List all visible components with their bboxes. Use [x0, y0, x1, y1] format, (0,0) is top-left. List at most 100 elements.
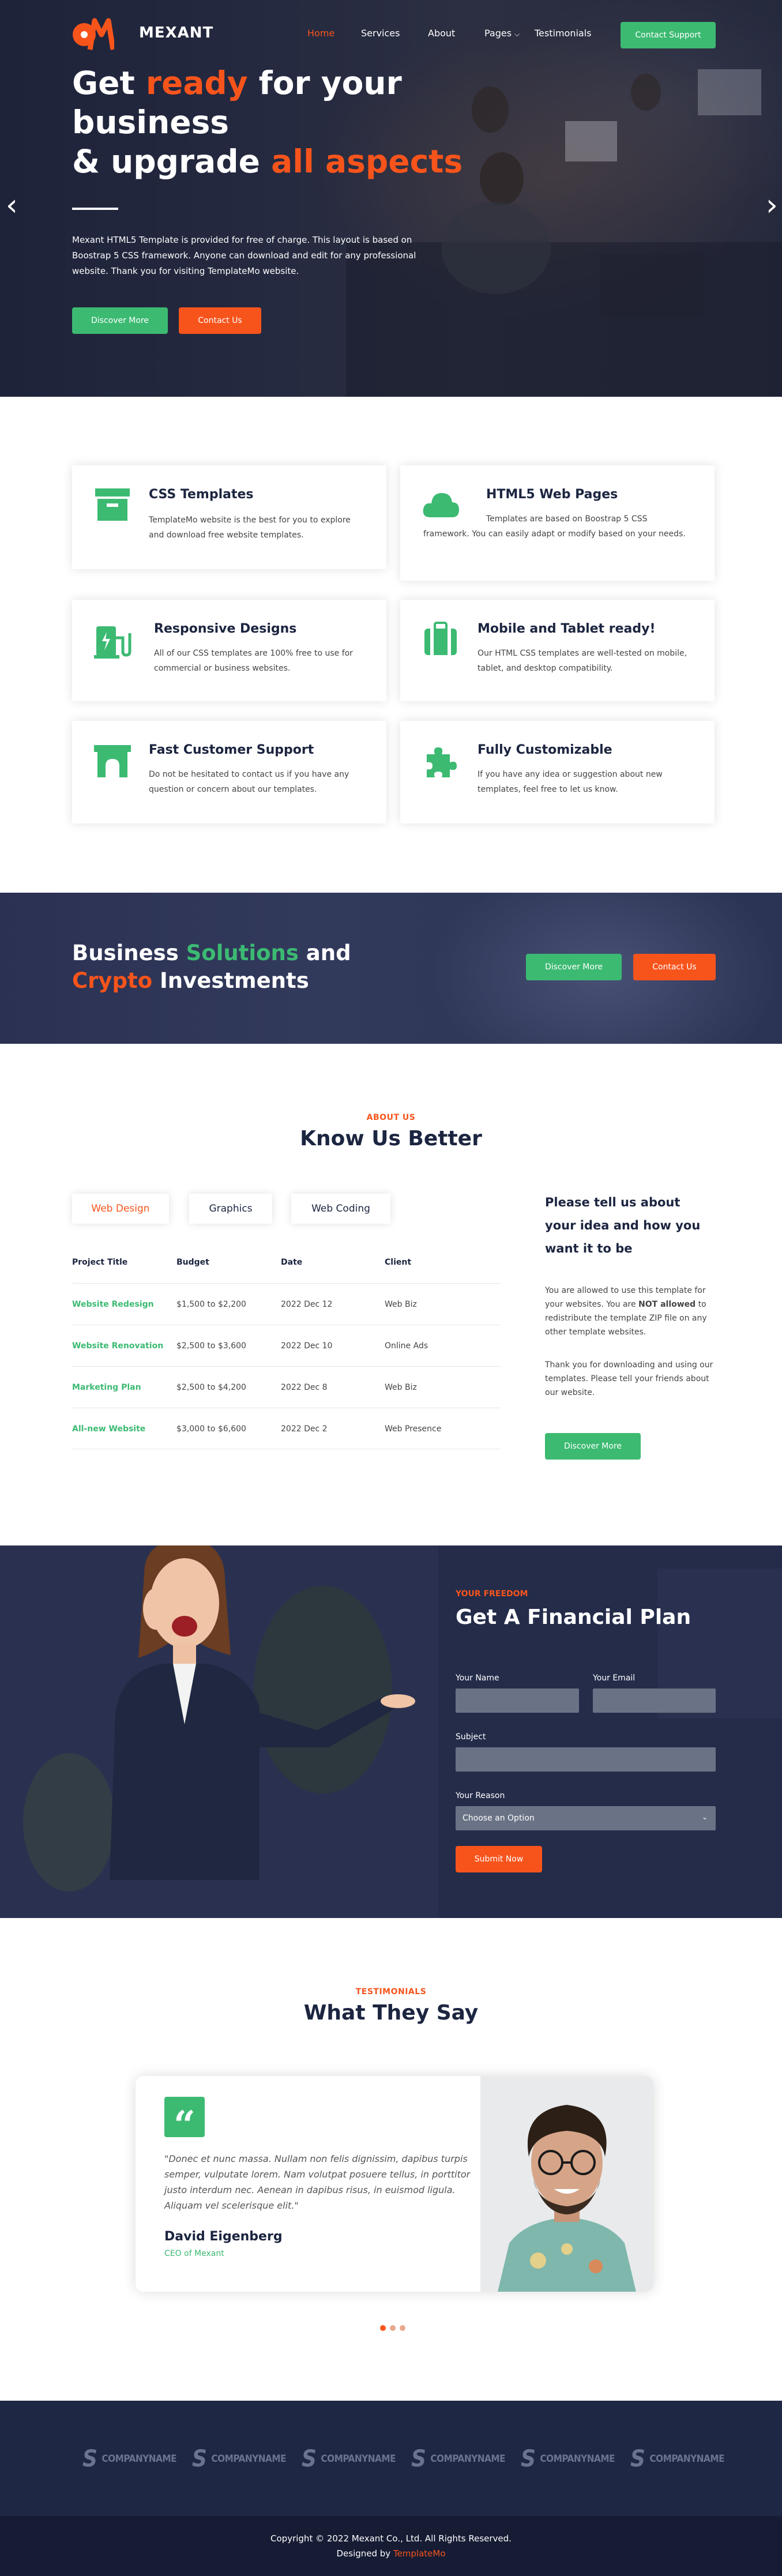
hero-line3-highlight: all aspects: [271, 143, 463, 180]
budget-cell: $2,500 to $4,200: [176, 1383, 246, 1392]
testimonials-heading: What They Say: [303, 2001, 479, 2025]
nav-home[interactable]: Home: [307, 28, 334, 39]
tab-web-coding[interactable]: Web Coding: [291, 1194, 390, 1224]
email-input[interactable]: [593, 1688, 716, 1713]
nav-pages[interactable]: Pages ⌵: [484, 28, 520, 39]
client-logo[interactable]: S COMPANYNAME: [630, 2446, 725, 2472]
chevron-down-icon: ⌄: [701, 1813, 708, 1821]
nav-services[interactable]: Services: [361, 28, 400, 39]
about-discover-button[interactable]: Discover More: [545, 1433, 641, 1460]
brand-logo[interactable]: [73, 14, 114, 55]
client-cell: Web Presence: [385, 1424, 442, 1434]
name-input[interactable]: [456, 1688, 579, 1713]
hero-heading-line3: & upgrade all aspects: [72, 142, 463, 181]
column-header: Budget: [176, 1258, 209, 1267]
client-name: COMPANYNAME: [540, 2453, 615, 2465]
hero-discover-button[interactable]: Discover More: [72, 307, 168, 334]
service-card[interactable]: Responsive Designs All of our CSS templa…: [72, 600, 386, 701]
service-description: TemplateMo website is the best for you t…: [149, 516, 351, 540]
about-heading: Know Us Better: [300, 1127, 482, 1150]
nav-pages-label: Pages: [484, 28, 512, 39]
testimonial-author: David Eigenberg: [164, 2229, 283, 2244]
hero-description: Mexant HTML5 Template is provided for fr…: [72, 235, 416, 276]
client-logo[interactable]: S COMPANYNAME: [82, 2446, 177, 2472]
hero-section: MEXANT Home Services About Pages ⌵ Testi…: [0, 0, 782, 397]
hero-contact-button[interactable]: Contact Us: [179, 307, 261, 334]
about-side-paragraph: You are allowed to use this template for…: [545, 1284, 718, 1339]
budget-cell: $3,000 to $6,600: [176, 1424, 246, 1434]
banner-heading-line2: Crypto Investments: [72, 967, 309, 995]
service-description: Do not be hesitated to contact us if you…: [149, 770, 349, 794]
service-card[interactable]: Mobile and Tablet ready! Our HTML CSS te…: [400, 600, 715, 701]
hero-line1-text: Get: [72, 65, 146, 101]
tab-web-design[interactable]: Web Design: [72, 1194, 169, 1224]
client-logo[interactable]: S COMPANYNAME: [521, 2446, 615, 2472]
hero-line1-rest: for your: [247, 65, 402, 101]
designer-link[interactable]: TemplateMo: [393, 2548, 446, 2559]
service-card[interactable]: HTML5 Web Pages Templates are based on B…: [400, 465, 715, 581]
submit-button[interactable]: Submit Now: [456, 1846, 542, 1872]
hero-heading-line1: Get ready for your: [72, 63, 402, 103]
about-side-paragraph-2: Thank you for downloading and using our …: [545, 1360, 713, 1397]
subject-input[interactable]: [456, 1747, 716, 1772]
hero-background-image: [346, 69, 782, 397]
tab-graphics[interactable]: Graphics: [189, 1194, 272, 1224]
reason-selected-value: Choose an Option: [463, 1814, 535, 1823]
client-name: COMPANYNAME: [101, 2453, 177, 2465]
date-cell: 2022 Dec 12: [281, 1300, 333, 1309]
banner-text: Business: [72, 941, 186, 965]
project-title[interactable]: Website Redesign: [72, 1300, 154, 1309]
hero-line1-highlight: ready: [145, 65, 248, 101]
table-row: Website Renovation $2,500 to $3,600 2022…: [72, 1325, 501, 1366]
carousel-dot[interactable]: [400, 2325, 405, 2331]
copyright-text: Copyright © 2022 Mexant Co., Ltd. All Ri…: [270, 2533, 512, 2544]
banner-discover-button[interactable]: Discover More: [526, 954, 622, 980]
client-logo[interactable]: S COMPANYNAME: [192, 2446, 287, 2472]
reason-label: Your Reason: [456, 1791, 505, 1800]
contact-support-button[interactable]: Contact Support: [621, 22, 716, 48]
hero-heading-line2: business: [72, 104, 230, 141]
project-title[interactable]: Website Renovation: [72, 1341, 163, 1351]
banner-heading-line1: Business Solutions and: [72, 939, 351, 968]
client-name: COMPANYNAME: [211, 2453, 287, 2465]
paragraph-emphasis: NOT allowed: [638, 1300, 696, 1309]
nav-testimonials[interactable]: Testimonials: [535, 28, 592, 39]
client-logo[interactable]: S COMPANYNAME: [302, 2446, 396, 2472]
date-cell: 2022 Dec 8: [281, 1383, 328, 1392]
service-title: Fully Customizable: [478, 743, 612, 757]
company-s-icon: S: [192, 2446, 207, 2472]
carousel-dot[interactable]: [390, 2325, 396, 2331]
service-description: If you have any idea or suggestion about…: [478, 770, 663, 794]
nav-about[interactable]: About: [428, 28, 455, 39]
chevron-right-icon[interactable]: ›: [766, 190, 778, 220]
company-s-icon: S: [630, 2446, 645, 2472]
client-logo[interactable]: S COMPANYNAME: [411, 2446, 506, 2472]
testimonials-eyebrow: TESTIMONIALS: [355, 1987, 427, 1996]
service-card[interactable]: Fully Customizable If you have any idea …: [400, 721, 715, 823]
column-header: Client: [385, 1258, 412, 1267]
hero-line3-text: & upgrade: [72, 143, 272, 180]
service-title: Responsive Designs: [154, 622, 297, 636]
reason-select[interactable]: Choose an Option ⌄: [456, 1806, 716, 1830]
chevron-down-icon: ⌵: [514, 30, 520, 38]
service-card[interactable]: Fast Customer Support Do not be hesitate…: [72, 721, 386, 823]
client-name: COMPANYNAME: [649, 2453, 725, 2465]
banner-contact-button[interactable]: Contact Us: [633, 954, 716, 980]
project-title[interactable]: Marketing Plan: [72, 1383, 141, 1392]
clients-section: S COMPANYNAME S COMPANYNAME S COMPANYNAME S…: [0, 2401, 782, 2516]
chevron-left-icon[interactable]: ‹: [6, 190, 18, 220]
carousel-dot-active[interactable]: [380, 2325, 386, 2331]
footer: Copyright © 2022 Mexant Co., Ltd. All Ri…: [0, 2516, 782, 2576]
column-header: Project Title: [72, 1258, 128, 1267]
banner-text: Investments: [152, 968, 309, 993]
brand-name[interactable]: MEXANT: [139, 24, 213, 42]
project-title[interactable]: All-new Website: [72, 1424, 145, 1434]
about-side-heading: Please tell us about your idea and how y…: [545, 1195, 701, 1255]
client-cell: Web Biz: [385, 1383, 417, 1392]
plan-eyebrow: YOUR FREEDOM: [456, 1589, 528, 1599]
client-name: COMPANYNAME: [430, 2453, 506, 2465]
puzzle-icon: [427, 747, 457, 777]
service-card[interactable]: CSS Templates TemplateMo website is the …: [72, 465, 386, 569]
service-title: Mobile and Tablet ready!: [478, 622, 656, 636]
service-description: All of our CSS templates are 100% free t…: [154, 649, 353, 673]
